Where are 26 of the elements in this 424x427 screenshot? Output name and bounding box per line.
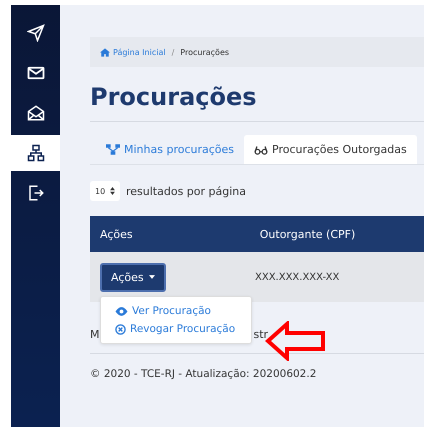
page-title: Procurações: [90, 83, 424, 122]
menu-item[interactable]: Ver Procuração: [101, 305, 251, 317]
breadcrumb-link-text[interactable]: Página Inicial: [113, 48, 166, 56]
table-info-text: M: [90, 328, 100, 341]
eye-icon: [115, 306, 128, 316]
close-circle-icon: [115, 324, 126, 334]
tab[interactable]: Minhas procurações: [96, 135, 244, 164]
footer-text: © 2020 - TCE-RJ - Atualização: 20200602.2: [90, 368, 318, 380]
breadcrumb-separator: /: [172, 48, 174, 56]
home-icon: [100, 48, 110, 56]
page-size-label: resultados por página: [126, 184, 246, 198]
page-size-select[interactable]: 10: [90, 181, 120, 201]
table-cell-text: XXX.XXX.XXX-XX: [255, 272, 340, 282]
sitemap-icon: [106, 144, 120, 155]
menu-item[interactable]: Revogar Procuração: [101, 323, 251, 335]
actions-button[interactable]: Ações: [100, 262, 166, 292]
tab[interactable]: Procurações Outorgadas: [244, 135, 417, 164]
glasses-icon: [254, 144, 268, 154]
breadcrumb-link[interactable]: Página Inicial: [100, 48, 166, 56]
sort-arrows-icon: [110, 187, 115, 195]
sitemap-icon[interactable]: [11, 135, 60, 171]
column-header: Ações: [99, 228, 134, 240]
caret-icon: [148, 275, 155, 279]
table-info-text: str: [254, 328, 268, 341]
column-header: Outorgante (CPF): [258, 228, 356, 240]
breadcrumb-current: Procurações: [180, 48, 230, 56]
